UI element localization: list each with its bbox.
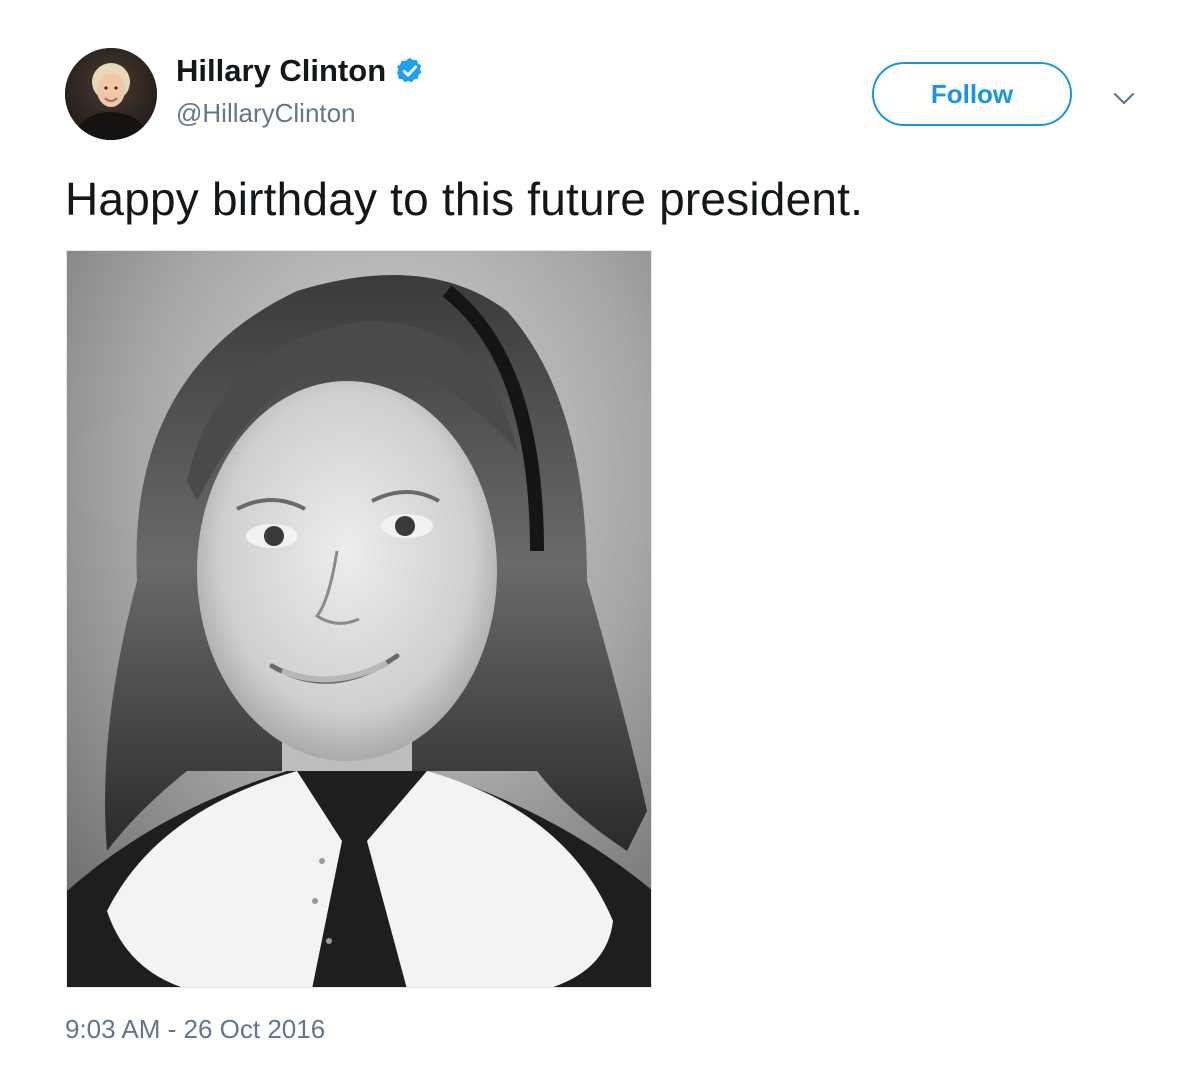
- tweet-text: Happy birthday to this future president.: [65, 173, 864, 225]
- follow-button[interactable]: Follow: [872, 62, 1072, 126]
- author-handle[interactable]: @HillaryClinton: [176, 98, 356, 129]
- tweet-photo[interactable]: [66, 250, 652, 988]
- author-name-text[interactable]: Hillary Clinton: [176, 53, 386, 89]
- verified-badge-icon: [395, 56, 425, 86]
- avatar-image: [65, 48, 157, 140]
- tweet-card: Hillary Clinton @HillaryClinton Follow H…: [0, 0, 1200, 1072]
- author-name[interactable]: Hillary Clinton: [176, 53, 425, 89]
- tweet-timestamp[interactable]: 9:03 AM - 26 Oct 2016: [65, 1014, 325, 1045]
- chevron-down-icon[interactable]: [1110, 84, 1138, 112]
- childhood-portrait-image: [67, 251, 651, 987]
- author-avatar[interactable]: [65, 48, 157, 140]
